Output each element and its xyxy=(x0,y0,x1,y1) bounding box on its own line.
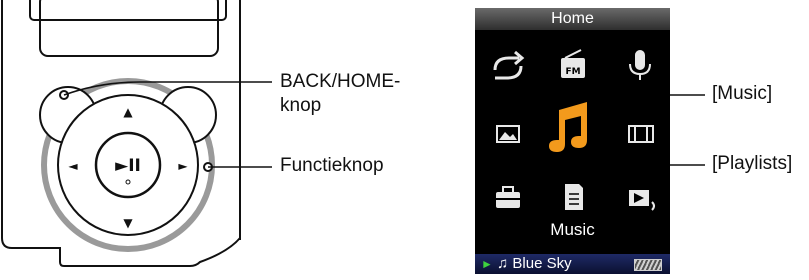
screen-title: Home xyxy=(475,8,670,30)
microphone-icon[interactable] xyxy=(629,50,651,80)
music-label: [Music] xyxy=(712,83,773,104)
back-home-label-line2: knop xyxy=(280,95,322,117)
dpad-down-arrow[interactable]: ▼ xyxy=(123,216,133,230)
function-button-label: Functieknop xyxy=(280,155,384,176)
now-playing-icon[interactable] xyxy=(629,190,655,211)
home-menu-grid: FM xyxy=(493,49,655,211)
playlists-label: [Playlists] xyxy=(712,153,793,174)
home-screen: Home FM Music ► ♫ Blue Sky xyxy=(475,8,670,274)
selected-item-label: Music xyxy=(550,220,595,239)
back-home-label-line1: BACK/HOME- xyxy=(280,71,401,92)
battery-icon xyxy=(634,259,662,271)
play-pause-label: ►II xyxy=(115,156,141,176)
status-track-title: ♫ Blue Sky xyxy=(497,255,572,272)
device-diagram: ►II ▲ ▼ ◄ ► xyxy=(1,0,705,267)
dpad-left-arrow[interactable]: ◄ xyxy=(68,159,78,173)
settings-briefcase-icon[interactable] xyxy=(496,186,520,208)
dpad-right-arrow[interactable]: ► xyxy=(178,159,188,173)
fm-radio-icon[interactable]: FM xyxy=(561,49,585,78)
play-indicator-icon: ► xyxy=(481,257,493,271)
photo-icon[interactable] xyxy=(496,125,520,143)
status-bar: ► ♫ Blue Sky xyxy=(475,254,670,274)
back-home-label: BACK/HOME- knop xyxy=(280,70,400,119)
dpad-up-arrow[interactable]: ▲ xyxy=(123,105,133,119)
repeat-icon[interactable] xyxy=(493,50,525,80)
fm-label: FM xyxy=(565,67,580,77)
video-icon[interactable] xyxy=(628,125,654,143)
playlist-icon[interactable] xyxy=(565,184,583,210)
music-note-icon[interactable] xyxy=(549,102,587,152)
